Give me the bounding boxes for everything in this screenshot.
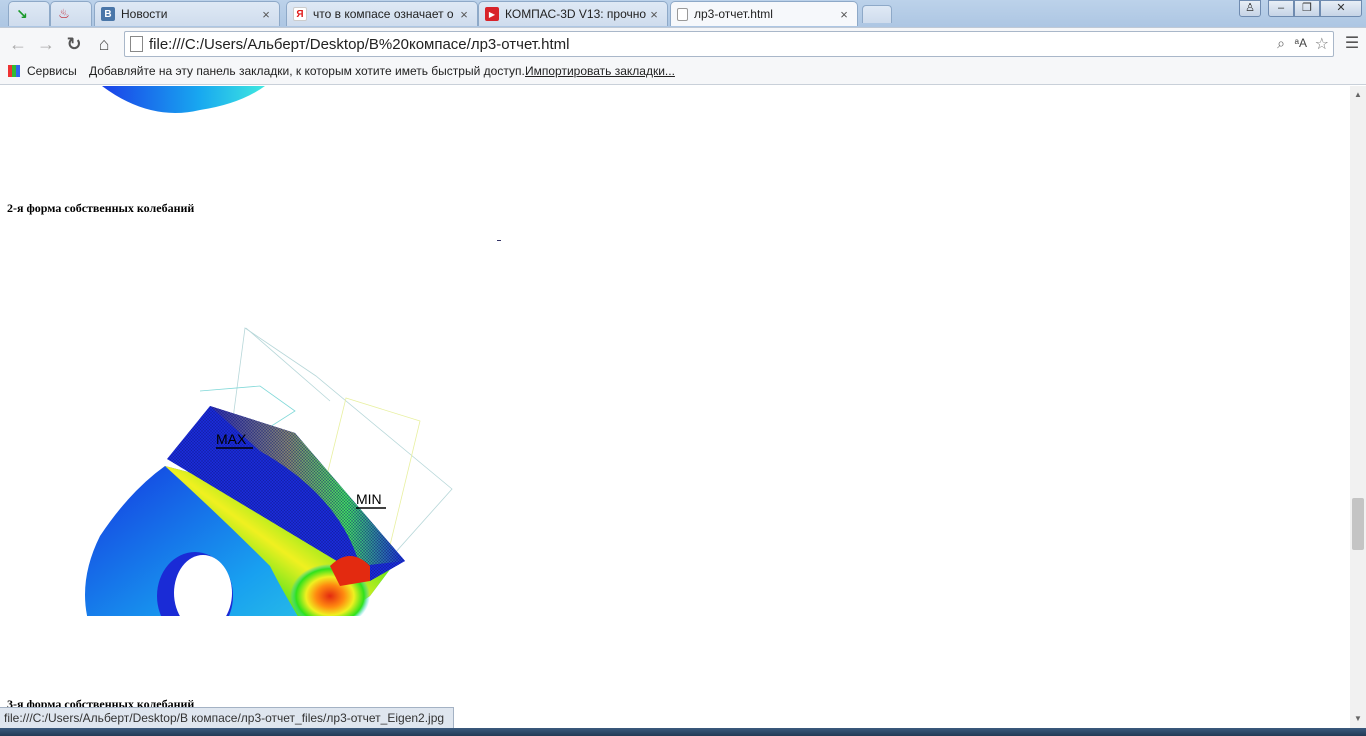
tiny-link [497, 240, 501, 241]
mouse-icon: ♨ [58, 6, 70, 21]
youtube-icon: ▶ [485, 7, 499, 21]
page-icon [677, 7, 688, 21]
green-arrow-icon: ↘ [16, 5, 28, 22]
new-tab-button[interactable] [862, 5, 892, 23]
page-content: 2-я форма собственных колебаний MAX MIN … [0, 86, 1350, 728]
apps-label[interactable]: Сервисы [27, 64, 77, 78]
home-icon[interactable]: ⌂ [92, 32, 116, 56]
tab-yandex-search[interactable]: Я что в компасе означает о × [286, 1, 478, 26]
apps-icon[interactable] [8, 65, 20, 77]
previous-mode-image [102, 86, 265, 113]
minimize-icon[interactable]: – [1268, 0, 1294, 17]
search-icon[interactable]: ⌕ [1277, 35, 1285, 52]
back-icon[interactable]: ← [6, 32, 30, 56]
heading-mode-2: 2-я форма собственных колебаний [7, 201, 195, 215]
forward-icon[interactable]: → [34, 32, 58, 56]
scrollbar-thumb[interactable] [1352, 498, 1364, 550]
tab-close-icon[interactable]: × [837, 7, 851, 22]
tab-news[interactable]: B Новости × [94, 1, 280, 26]
bookmarks-bar: Сервисы Добавляйте на эту панель закладк… [0, 59, 1366, 85]
vk-icon: B [101, 7, 115, 21]
close-window-icon[interactable]: ✕ [1320, 0, 1362, 17]
scroll-up-icon[interactable]: ▲ [1354, 90, 1362, 99]
profile-icon[interactable]: ♙ [1239, 0, 1261, 17]
bookmarks-hint: Добавляйте на эту панель закладки, к кот… [89, 64, 525, 78]
tab-close-icon[interactable]: × [457, 7, 471, 22]
tab-label: КОМПАС-3D V13: прочно [505, 7, 647, 21]
tab-close-icon[interactable]: × [647, 7, 661, 22]
browser-chrome: ↘ ♨ B Новости × Я что в компасе означает… [0, 0, 1366, 85]
windows-taskbar [0, 728, 1366, 736]
star-icon[interactable]: ☆ [1315, 34, 1329, 54]
tab-pinned-2[interactable]: ♨ [50, 1, 92, 26]
tab-label: что в компасе означает о [313, 7, 454, 21]
status-bubble: file:///C:/Users/Альберт/Desktop/В компа… [0, 707, 454, 728]
max-label: MAX [216, 431, 247, 447]
yandex-icon: Я [293, 7, 307, 21]
scrollbar[interactable]: ▲ ▼ [1350, 86, 1366, 728]
import-bookmarks-link[interactable]: Импортировать закладки... [525, 64, 675, 78]
tab-pinned-1[interactable]: ↘ [8, 1, 50, 26]
maximize-icon[interactable]: ❐ [1294, 0, 1320, 17]
tab-youtube[interactable]: ▶ КОМПАС-3D V13: прочно × [478, 1, 668, 26]
url-text: file:///C:/Users/Альберт/Desktop/В%20ком… [149, 36, 570, 53]
address-bar[interactable]: file:///C:/Users/Альберт/Desktop/В%20ком… [124, 31, 1334, 57]
reload-icon[interactable]: ↻ [62, 32, 86, 56]
tab-label: лр3-отчет.html [694, 7, 773, 21]
mode-shape-image[interactable]: MAX MIN [70, 236, 470, 616]
scroll-down-icon[interactable]: ▼ [1354, 714, 1362, 723]
translate-icon[interactable]: ᵃA [1295, 36, 1307, 50]
min-label: MIN [356, 491, 382, 507]
page-icon [130, 36, 143, 52]
menu-icon[interactable]: ☰ [1340, 32, 1364, 56]
tab-label: Новости [121, 7, 168, 21]
tab-close-icon[interactable]: × [259, 7, 273, 22]
tab-report[interactable]: лр3-отчет.html × [670, 1, 858, 26]
tab-strip: ↘ ♨ B Новости × Я что в компасе означает… [0, 0, 1366, 26]
toolbar: ← → ↻ ⌂ file:///C:/Users/Альберт/Desktop… [0, 27, 1366, 59]
